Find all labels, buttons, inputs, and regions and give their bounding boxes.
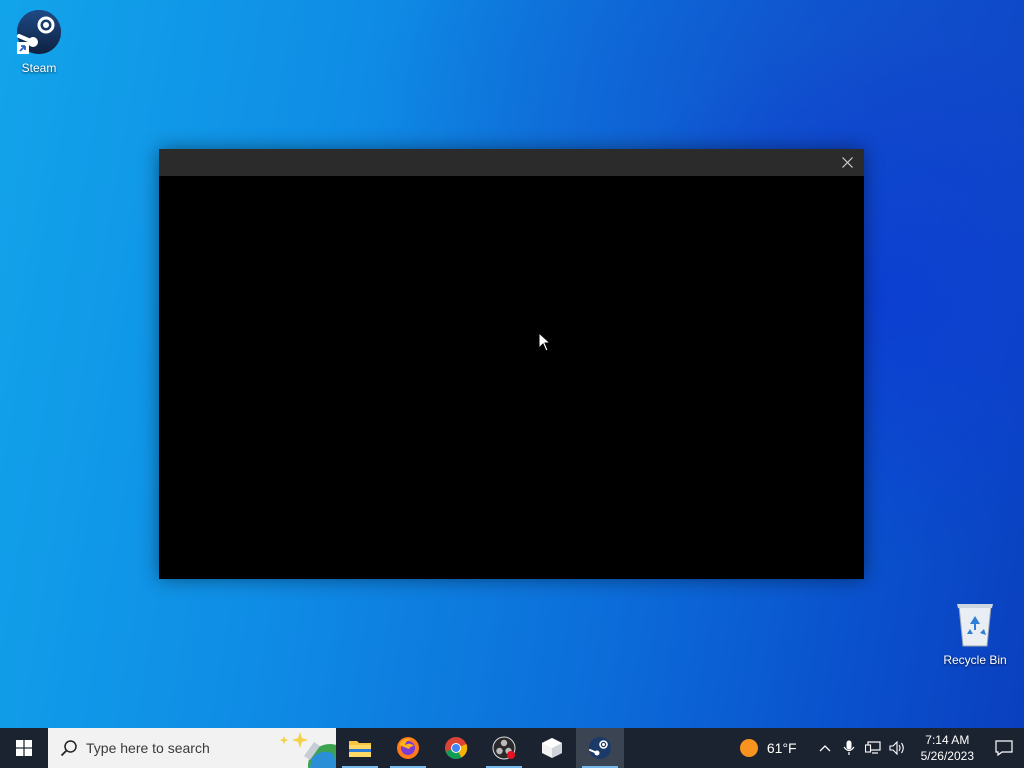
folder-icon (349, 741, 371, 757)
search-icon (60, 739, 78, 757)
taskbar-app-obs[interactable] (480, 728, 528, 768)
box-icon (542, 738, 562, 758)
close-icon (841, 157, 853, 168)
clock-date: 5/26/2023 (920, 749, 974, 763)
recycle-bin-icon (957, 604, 993, 647)
taskbar-app-chrome[interactable] (432, 728, 480, 768)
weather-temperature: 61°F (766, 740, 797, 756)
clock-time: 7:14 AM (925, 733, 970, 747)
mouse-cursor-icon (538, 332, 552, 352)
system-tray: 61°F 7:14 AM 5/26/2023 (739, 728, 1024, 768)
obs-icon (492, 736, 516, 760)
network-icon (864, 741, 881, 754)
window-content (159, 176, 864, 579)
taskbar: Type here to search 61°F 7:14 AM 5/26/20… (0, 728, 1024, 768)
sun-icon (739, 739, 758, 757)
search-highlight-art-icon (279, 732, 336, 768)
search-input[interactable]: Type here to search (48, 728, 336, 768)
weather-widget[interactable]: 61°F (739, 738, 797, 758)
steam-icon (589, 737, 611, 759)
microphone-button[interactable] (837, 728, 861, 768)
desktop-icon-steam[interactable]: Steam (0, 8, 79, 75)
search-placeholder: Type here to search (86, 740, 210, 756)
notifications-button[interactable] (984, 728, 1024, 768)
close-button[interactable] (830, 149, 864, 176)
desktop-icon-recycle-bin[interactable]: Recycle Bin (935, 600, 1015, 667)
taskbar-app-steam[interactable] (576, 728, 624, 768)
steam-icon (17, 10, 61, 54)
notification-icon (995, 740, 1013, 756)
desktop-icon-label: Steam (21, 61, 57, 75)
taskbar-app-firefox[interactable] (384, 728, 432, 768)
windows-icon (16, 740, 32, 756)
window-titlebar[interactable] (159, 149, 864, 176)
app-window[interactable] (159, 149, 864, 579)
clock[interactable]: 7:14 AM 5/26/2023 (921, 732, 974, 764)
volume-button[interactable] (885, 728, 909, 768)
desktop-icon-label: Recycle Bin (943, 653, 1007, 667)
taskbar-app-file-explorer[interactable] (336, 728, 384, 768)
show-hidden-icons-button[interactable] (813, 728, 837, 768)
volume-icon (889, 741, 904, 755)
microphone-icon (843, 740, 855, 755)
chrome-icon (445, 737, 468, 759)
network-button[interactable] (861, 728, 885, 768)
chevron-up-icon (819, 745, 831, 752)
taskbar-app-package[interactable] (528, 728, 576, 768)
firefox-icon (397, 737, 419, 759)
start-button[interactable] (0, 728, 48, 768)
